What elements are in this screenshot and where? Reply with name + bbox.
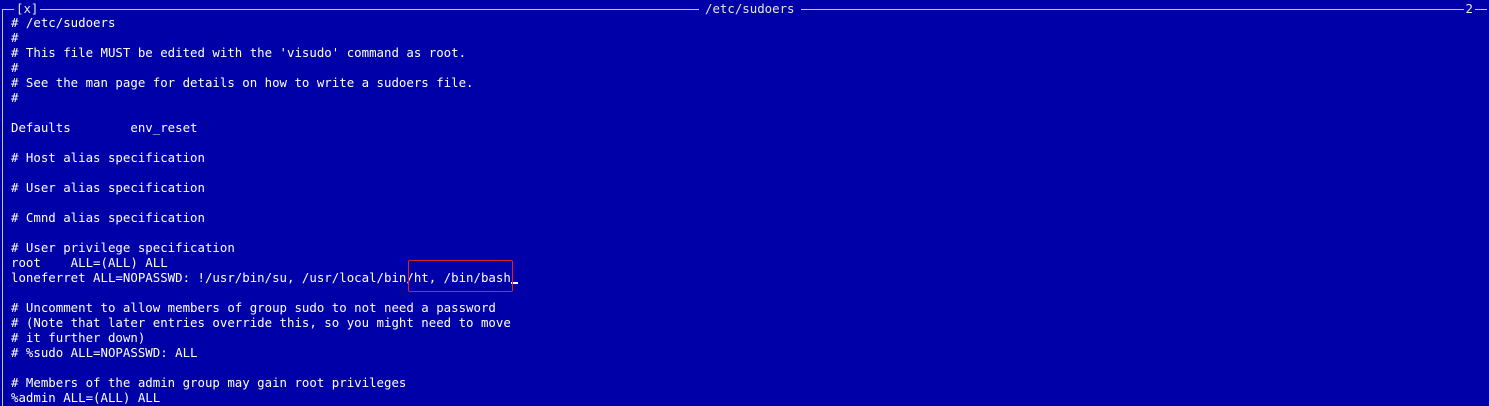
text-line[interactable]: root ALL=(ALL) ALL xyxy=(11,255,1485,270)
text-line[interactable]: # xyxy=(11,30,1485,45)
text-line[interactable]: # This file MUST be edited with the 'vis… xyxy=(11,45,1485,60)
text-line[interactable]: # xyxy=(11,60,1485,75)
text-line[interactable] xyxy=(11,225,1485,240)
text-line[interactable] xyxy=(11,165,1485,180)
text-line[interactable]: # Cmnd alias specification xyxy=(11,210,1485,225)
text-line[interactable] xyxy=(11,135,1485,150)
text-line[interactable] xyxy=(11,285,1485,300)
text-line[interactable]: # User alias specification xyxy=(11,180,1485,195)
window-left-border xyxy=(2,9,3,406)
text-line-current[interactable]: loneferret ALL=NOPASSWD: !/usr/bin/su, /… xyxy=(11,270,1485,285)
text-line[interactable]: # User privilege specification xyxy=(11,240,1485,255)
text-line[interactable] xyxy=(11,360,1485,375)
editor-text-area[interactable]: # /etc/sudoers # # This file MUST be edi… xyxy=(11,15,1485,405)
text-line[interactable]: # xyxy=(11,90,1485,105)
text-line[interactable]: Defaults env_reset xyxy=(11,120,1485,135)
text-line[interactable]: # Host alias specification xyxy=(11,150,1485,165)
text-line[interactable]: # (Note that later entries override this… xyxy=(11,315,1485,330)
text-line[interactable] xyxy=(11,195,1485,210)
text-line[interactable]: # Uncomment to allow members of group su… xyxy=(11,300,1485,315)
text-cursor xyxy=(510,282,518,284)
current-line-text: loneferret ALL=NOPASSWD: !/usr/bin/su, /… xyxy=(11,270,511,285)
text-line[interactable]: # See the man page for details on how to… xyxy=(11,75,1485,90)
text-line[interactable]: %admin ALL=(ALL) ALL xyxy=(11,390,1485,405)
text-line[interactable]: # %sudo ALL=NOPASSWD: ALL xyxy=(11,345,1485,360)
text-line[interactable]: # Members of the admin group may gain ro… xyxy=(11,375,1485,390)
text-line[interactable]: # /etc/sudoers xyxy=(11,15,1485,30)
text-line[interactable] xyxy=(11,105,1485,120)
text-line[interactable]: # it further down) xyxy=(11,330,1485,345)
editor-window: [x] /etc/sudoers 2 # /etc/sudoers # # Th… xyxy=(0,0,1489,406)
